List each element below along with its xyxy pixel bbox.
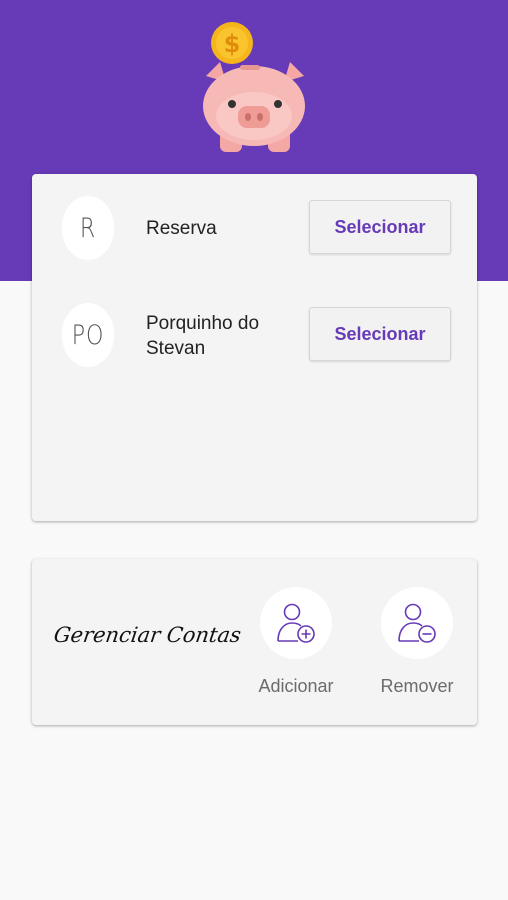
add-account-label: Adicionar: [258, 676, 334, 696]
manage-accounts-card: Gerenciar Contas Adicionar Remover: [32, 559, 477, 725]
select-account-button[interactable]: Selecionar: [309, 307, 451, 361]
add-account-circle[interactable]: [260, 587, 332, 659]
account-name: Reserva: [146, 218, 217, 239]
remove-account-label: Remover: [380, 676, 454, 696]
manage-accounts-title: Gerenciar Contas: [52, 623, 243, 647]
add-account-button[interactable]: Adicionar: [241, 587, 351, 697]
account-row: R Reserva Selecionar: [32, 196, 477, 266]
avatar: PO: [61, 303, 115, 367]
select-account-button[interactable]: Selecionar: [309, 200, 451, 254]
piggy-bank-icon: $: [203, 22, 305, 152]
remove-account-circle[interactable]: [381, 587, 453, 659]
remove-user-icon: [398, 603, 436, 643]
avatar: R: [61, 196, 115, 260]
account-name: Porquinho do Stevan: [146, 313, 260, 359]
account-row: PO Porquinho do Stevan Selecionar: [32, 303, 477, 373]
remove-account-button[interactable]: Remover: [362, 587, 472, 697]
svg-text:$: $: [224, 30, 241, 58]
add-user-icon: [277, 603, 315, 643]
accounts-card: R Reserva Selecionar PO Porquinho do Ste…: [32, 174, 477, 521]
